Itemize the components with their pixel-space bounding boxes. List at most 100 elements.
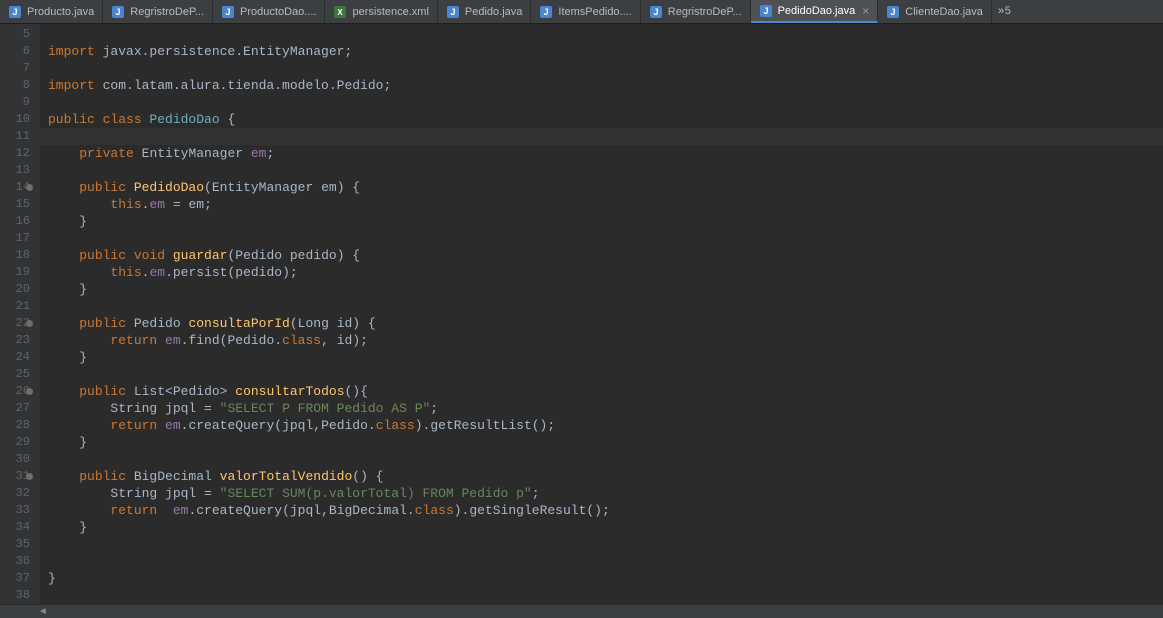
gutter-marker-icon	[26, 388, 33, 395]
more-tabs-button[interactable]: »5	[992, 0, 1017, 23]
line-number: 13	[0, 162, 30, 179]
line-number: 12	[0, 145, 30, 162]
tab-7[interactable]: J PedidoDao.java ×	[751, 0, 879, 23]
code-line: public PedidoDao(EntityManager em) {	[48, 179, 1163, 196]
java-file-icon: J	[221, 5, 235, 19]
close-icon[interactable]: ×	[862, 4, 869, 18]
tab-label: RegristroDeP...	[668, 6, 742, 18]
java-file-icon: J	[8, 5, 22, 19]
java-file-icon: J	[759, 4, 773, 18]
line-number: 36	[0, 553, 30, 570]
tab-0[interactable]: J Producto.java	[0, 0, 103, 23]
code-content[interactable]: import javax.persistence.EntityManager; i…	[40, 24, 1163, 604]
line-number: 32	[0, 485, 30, 502]
code-line: }	[48, 213, 1163, 230]
code-line: return em.find(Pedido.class, id);	[48, 332, 1163, 349]
svg-text:J: J	[12, 7, 17, 17]
code-line: }	[48, 570, 1163, 587]
line-number: 18	[0, 247, 30, 264]
tab-4[interactable]: J Pedido.java	[438, 0, 532, 23]
code-line: public void guardar(Pedido pedido) {	[48, 247, 1163, 264]
tab-label: ProductoDao....	[240, 6, 316, 18]
tab-label: PedidoDao.java	[778, 5, 856, 17]
java-file-icon: J	[649, 5, 663, 19]
line-number: 19	[0, 264, 30, 281]
tab-5[interactable]: JItemsPedido....	[531, 0, 640, 23]
line-number: 21	[0, 298, 30, 315]
code-line: import com.latam.alura.tienda.modelo.Ped…	[48, 77, 1163, 94]
code-line	[48, 60, 1163, 77]
tab-label: persistence.xml	[352, 6, 428, 18]
scroll-left-icon[interactable]: ◄	[40, 607, 46, 618]
xml-file-icon: X	[333, 5, 347, 19]
svg-text:J: J	[544, 7, 549, 17]
line-number: 16	[0, 213, 30, 230]
code-line	[48, 536, 1163, 553]
line-number: 26	[0, 383, 30, 400]
tab-6[interactable]: J RegristroDeP...	[641, 0, 751, 23]
line-number: 29	[0, 434, 30, 451]
tab-label: Pedido.java	[465, 6, 523, 18]
line-number: 31	[0, 468, 30, 485]
line-number: 38	[0, 587, 30, 604]
code-line: return em.createQuery(jpql,BigDecimal.cl…	[48, 502, 1163, 519]
line-number: 17	[0, 230, 30, 247]
line-number: 9	[0, 94, 30, 111]
line-number: 27	[0, 400, 30, 417]
code-line: public class PedidoDao {	[48, 111, 1163, 128]
code-line: return em.createQuery(jpql,Pedido.class)…	[48, 417, 1163, 434]
line-gutter: 5678910111213141516171819202122232425262…	[0, 24, 40, 604]
tab-label: RegristroDeP...	[130, 6, 204, 18]
code-line: this.em = em;	[48, 196, 1163, 213]
code-line	[48, 553, 1163, 570]
code-line: String jpql = "SELECT SUM(p.valorTotal) …	[48, 485, 1163, 502]
code-line	[48, 26, 1163, 43]
line-number: 5	[0, 26, 30, 43]
line-number: 10	[0, 111, 30, 128]
tab-label: Producto.java	[27, 6, 94, 18]
code-line: this.em.persist(pedido);	[48, 264, 1163, 281]
code-line: String jpql = "SELECT P FROM Pedido AS P…	[48, 400, 1163, 417]
line-number: 37	[0, 570, 30, 587]
tab-2[interactable]: J ProductoDao....	[213, 0, 325, 23]
horizontal-scrollbar[interactable]: ◄	[0, 604, 1163, 618]
gutter-marker-icon	[26, 473, 33, 480]
gutter-marker-icon	[26, 184, 33, 191]
line-number: 20	[0, 281, 30, 298]
editor-area: 5678910111213141516171819202122232425262…	[0, 24, 1163, 604]
tab-8[interactable]: JClienteDao.java	[878, 0, 992, 23]
code-line: public BigDecimal valorTotalVendido() {	[48, 468, 1163, 485]
svg-text:X: X	[338, 8, 344, 17]
line-number: 6	[0, 43, 30, 60]
code-line: import javax.persistence.EntityManager;	[48, 43, 1163, 60]
svg-text:J: J	[116, 7, 121, 17]
tab-1[interactable]: J RegristroDeP...	[103, 0, 213, 23]
code-line	[48, 162, 1163, 179]
code-line	[48, 298, 1163, 315]
line-number: 24	[0, 349, 30, 366]
java-file-icon: J	[111, 5, 125, 19]
tab-3[interactable]: Xpersistence.xml	[325, 0, 437, 23]
svg-text:J: J	[226, 7, 231, 17]
line-number: 35	[0, 536, 30, 553]
code-line: }	[48, 434, 1163, 451]
code-line	[48, 587, 1163, 604]
code-line: }	[48, 519, 1163, 536]
code-line	[48, 451, 1163, 468]
line-number: 15	[0, 196, 30, 213]
code-line: private EntityManager em;	[48, 145, 1163, 162]
svg-text:J: J	[450, 7, 455, 17]
java-file-icon: J	[446, 5, 460, 19]
line-number: 34	[0, 519, 30, 536]
line-number: 28	[0, 417, 30, 434]
gutter-marker-icon	[26, 320, 33, 327]
code-line: public List<Pedido> consultarTodos(){	[48, 383, 1163, 400]
code-line: public Pedido consultaPorId(Long id) {	[48, 315, 1163, 332]
svg-text:J: J	[891, 7, 896, 17]
line-number: 33	[0, 502, 30, 519]
line-number: 11	[0, 128, 30, 145]
svg-text:J: J	[653, 7, 658, 17]
current-line-highlight	[40, 128, 1163, 145]
svg-text:J: J	[763, 6, 768, 16]
java-file-icon: J	[886, 5, 900, 19]
